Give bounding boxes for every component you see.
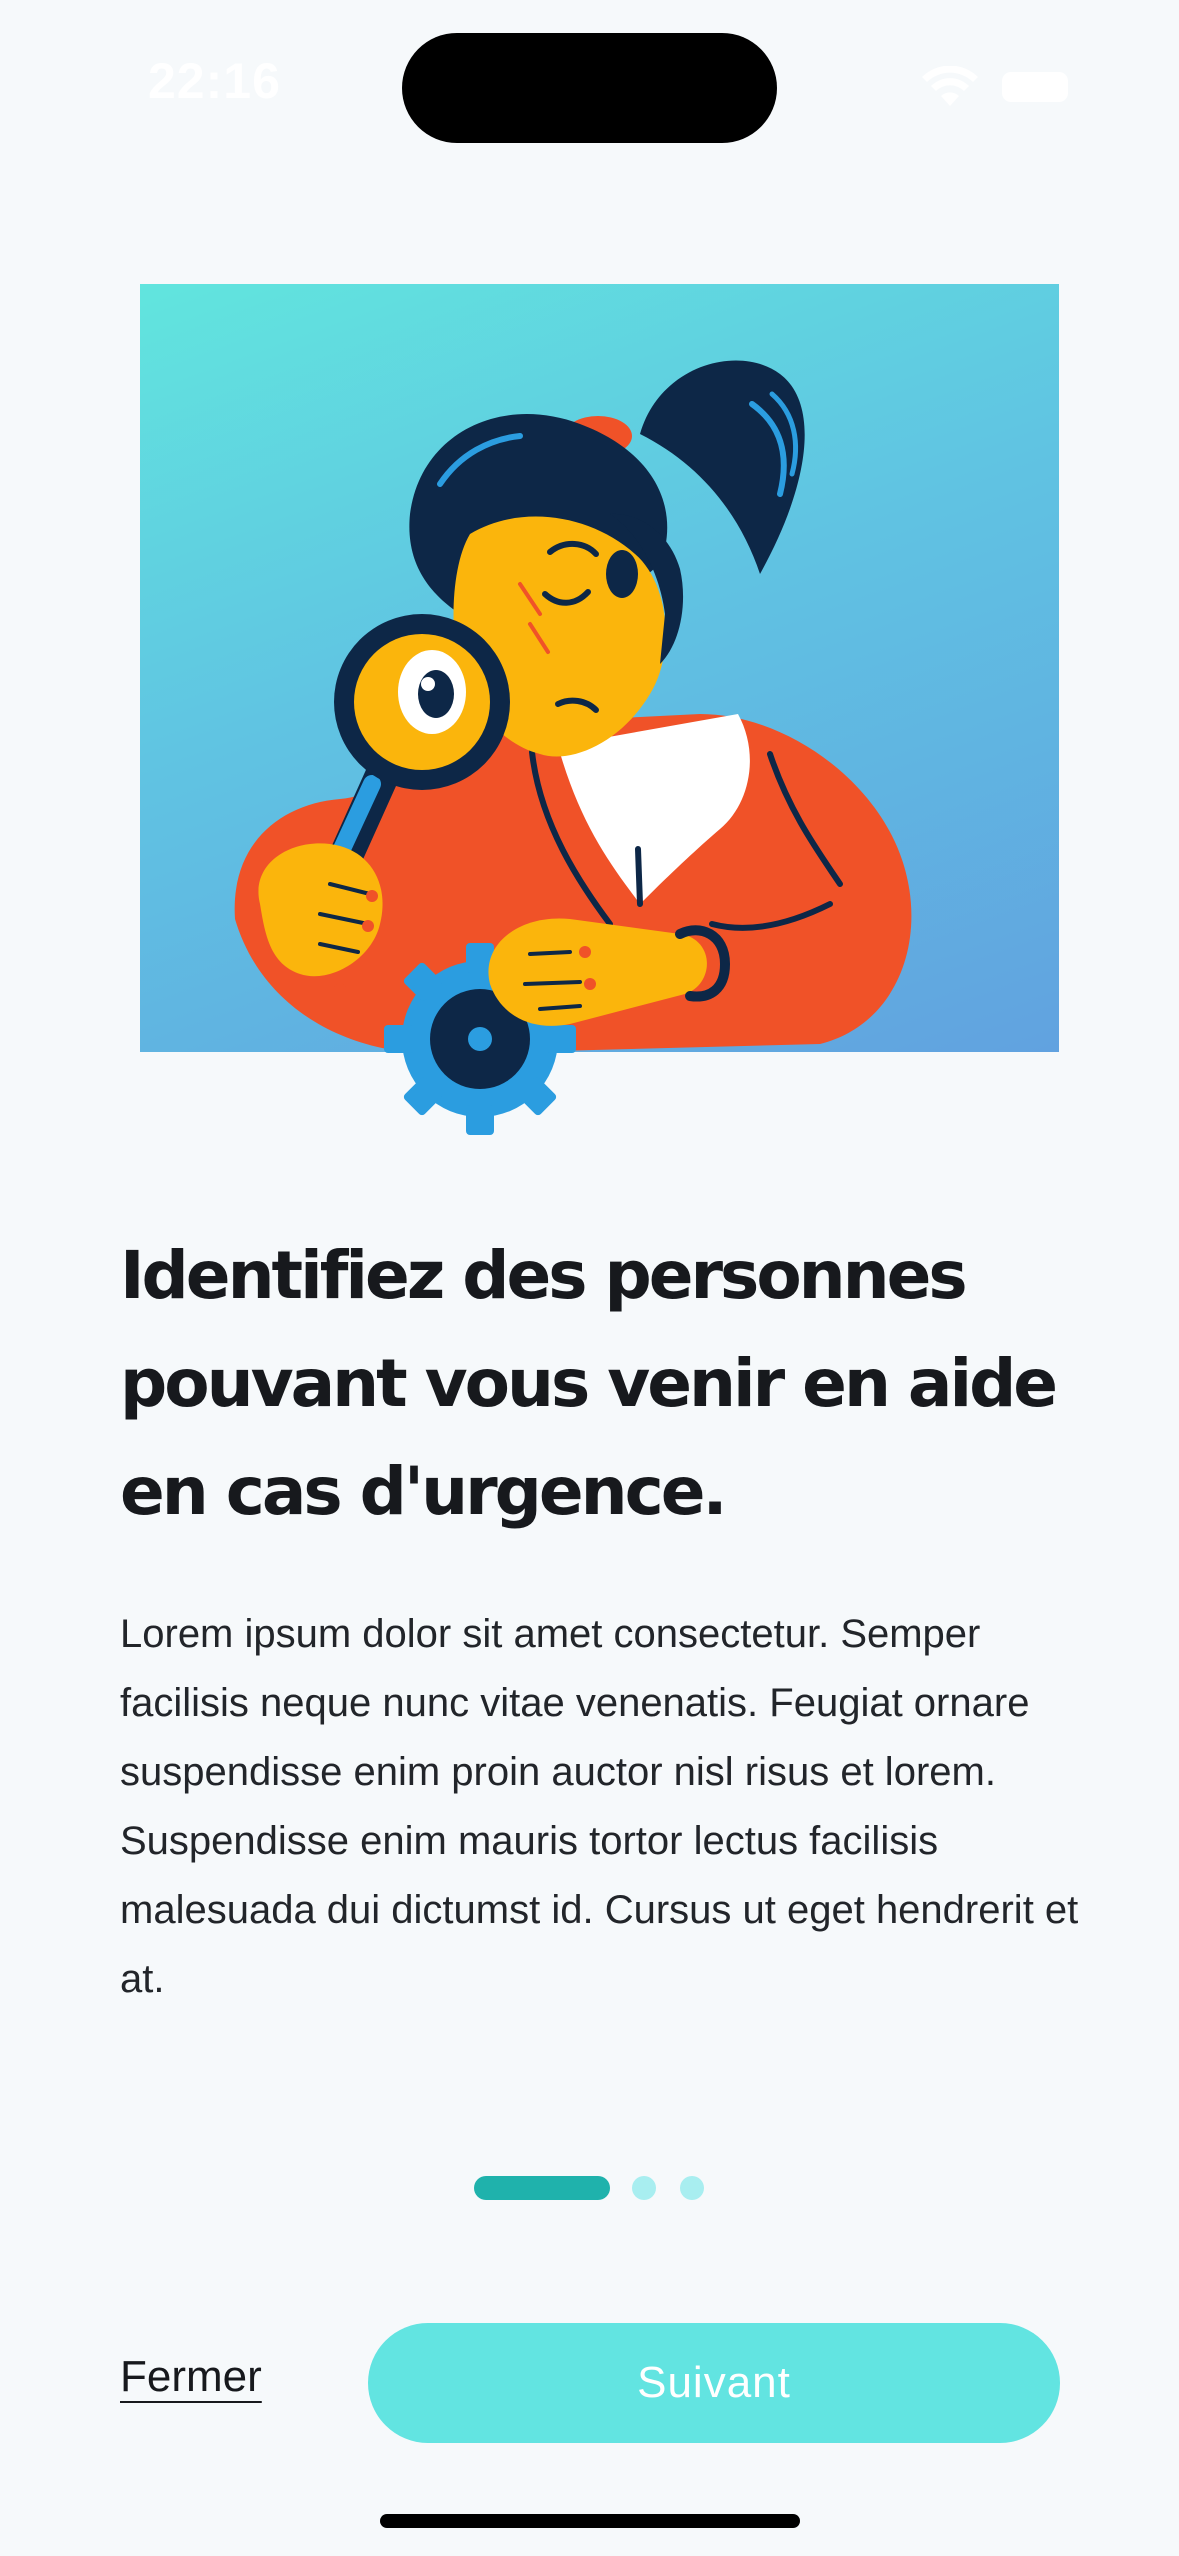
dynamic-island <box>402 33 777 143</box>
next-button[interactable]: Suivant <box>368 2323 1060 2443</box>
close-link[interactable]: Fermer <box>120 2352 262 2402</box>
wifi-icon <box>922 66 978 106</box>
onboarding-body: Lorem ipsum dolor sit amet consectetur. … <box>120 1612 1079 2001</box>
hero-illustration <box>140 284 1059 1135</box>
page-dot-active[interactable] <box>474 2176 610 2200</box>
status-time: 22:16 <box>148 53 281 109</box>
woman-magnifying-glass-illustration <box>234 360 912 1135</box>
page-dot-2[interactable] <box>632 2176 656 2200</box>
onboarding-title: Identifiez des personnes pouvant vous ve… <box>120 1237 1058 1530</box>
battery-icon <box>1002 72 1068 102</box>
status-bar: 22:16 <box>0 0 1179 170</box>
page-dot-3[interactable] <box>680 2176 704 2200</box>
home-indicator[interactable] <box>380 2514 800 2528</box>
